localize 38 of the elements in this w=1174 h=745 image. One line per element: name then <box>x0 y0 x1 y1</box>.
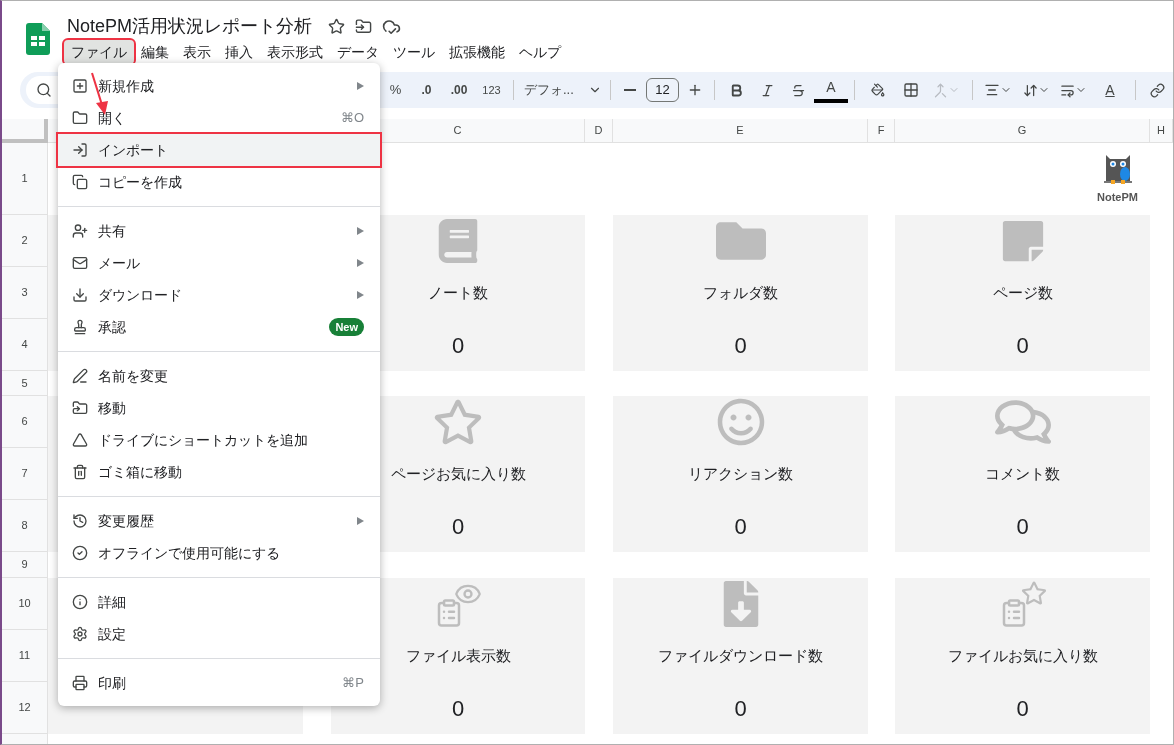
stat-value: 0 <box>451 694 465 723</box>
stat-label: ファイルダウンロード数 <box>658 645 823 666</box>
menu-item-label: 新規作成 <box>98 76 155 96</box>
stat-value: 0 <box>451 512 465 541</box>
stat-value: 0 <box>1016 331 1029 360</box>
menu-item-label: 共有 <box>98 221 127 241</box>
menu-item-label: ドライブにショートカットを追加 <box>98 430 309 450</box>
menu-item-label: 移動 <box>98 398 127 418</box>
stat-value: 0 <box>451 331 465 360</box>
stat-value: 0 <box>734 694 747 723</box>
menu-item-label: オフラインで使用可能にする <box>98 543 281 563</box>
stat-value: 0 <box>1016 512 1029 541</box>
stat-value: 0 <box>734 331 747 360</box>
menu-item-label: 名前を変更 <box>98 366 169 386</box>
menu-item-label: ゴミ箱に移動 <box>98 462 183 482</box>
stat-value: 0 <box>734 512 747 541</box>
stat-label: ノート数 <box>428 282 488 303</box>
new-badge: New <box>329 317 364 337</box>
stat-label: ページ数 <box>992 282 1053 303</box>
stat-label: コメント数 <box>985 463 1060 484</box>
stat-label: ファイルお気に入り数 <box>947 645 1098 666</box>
stat-label: ファイル表示数 <box>405 645 511 666</box>
menu-item-label: 設定 <box>98 624 127 644</box>
logo-text: NotePM <box>1097 189 1138 205</box>
menu-item-label: 詳細 <box>98 592 127 612</box>
stat-label: フォルダ数 <box>703 282 778 303</box>
menu-item-label: ダウンロード <box>98 285 183 305</box>
menu-item-label: 承認 <box>98 317 127 337</box>
menu-item-label: コピーを作成 <box>98 172 183 192</box>
stat-label: ページお気に入り数 <box>390 463 526 484</box>
shortcut-text: ⌘P <box>342 674 364 693</box>
menu-item-label: 印刷 <box>98 673 127 693</box>
menu-item-label: 開く <box>98 108 127 128</box>
menu-item-label: 変更履歴 <box>98 511 155 531</box>
stat-label: リアクション数 <box>688 463 793 484</box>
menu-item-label: インポート <box>98 140 169 160</box>
stat-value: 0 <box>1016 694 1029 723</box>
menu-item-label: メール <box>98 253 141 273</box>
